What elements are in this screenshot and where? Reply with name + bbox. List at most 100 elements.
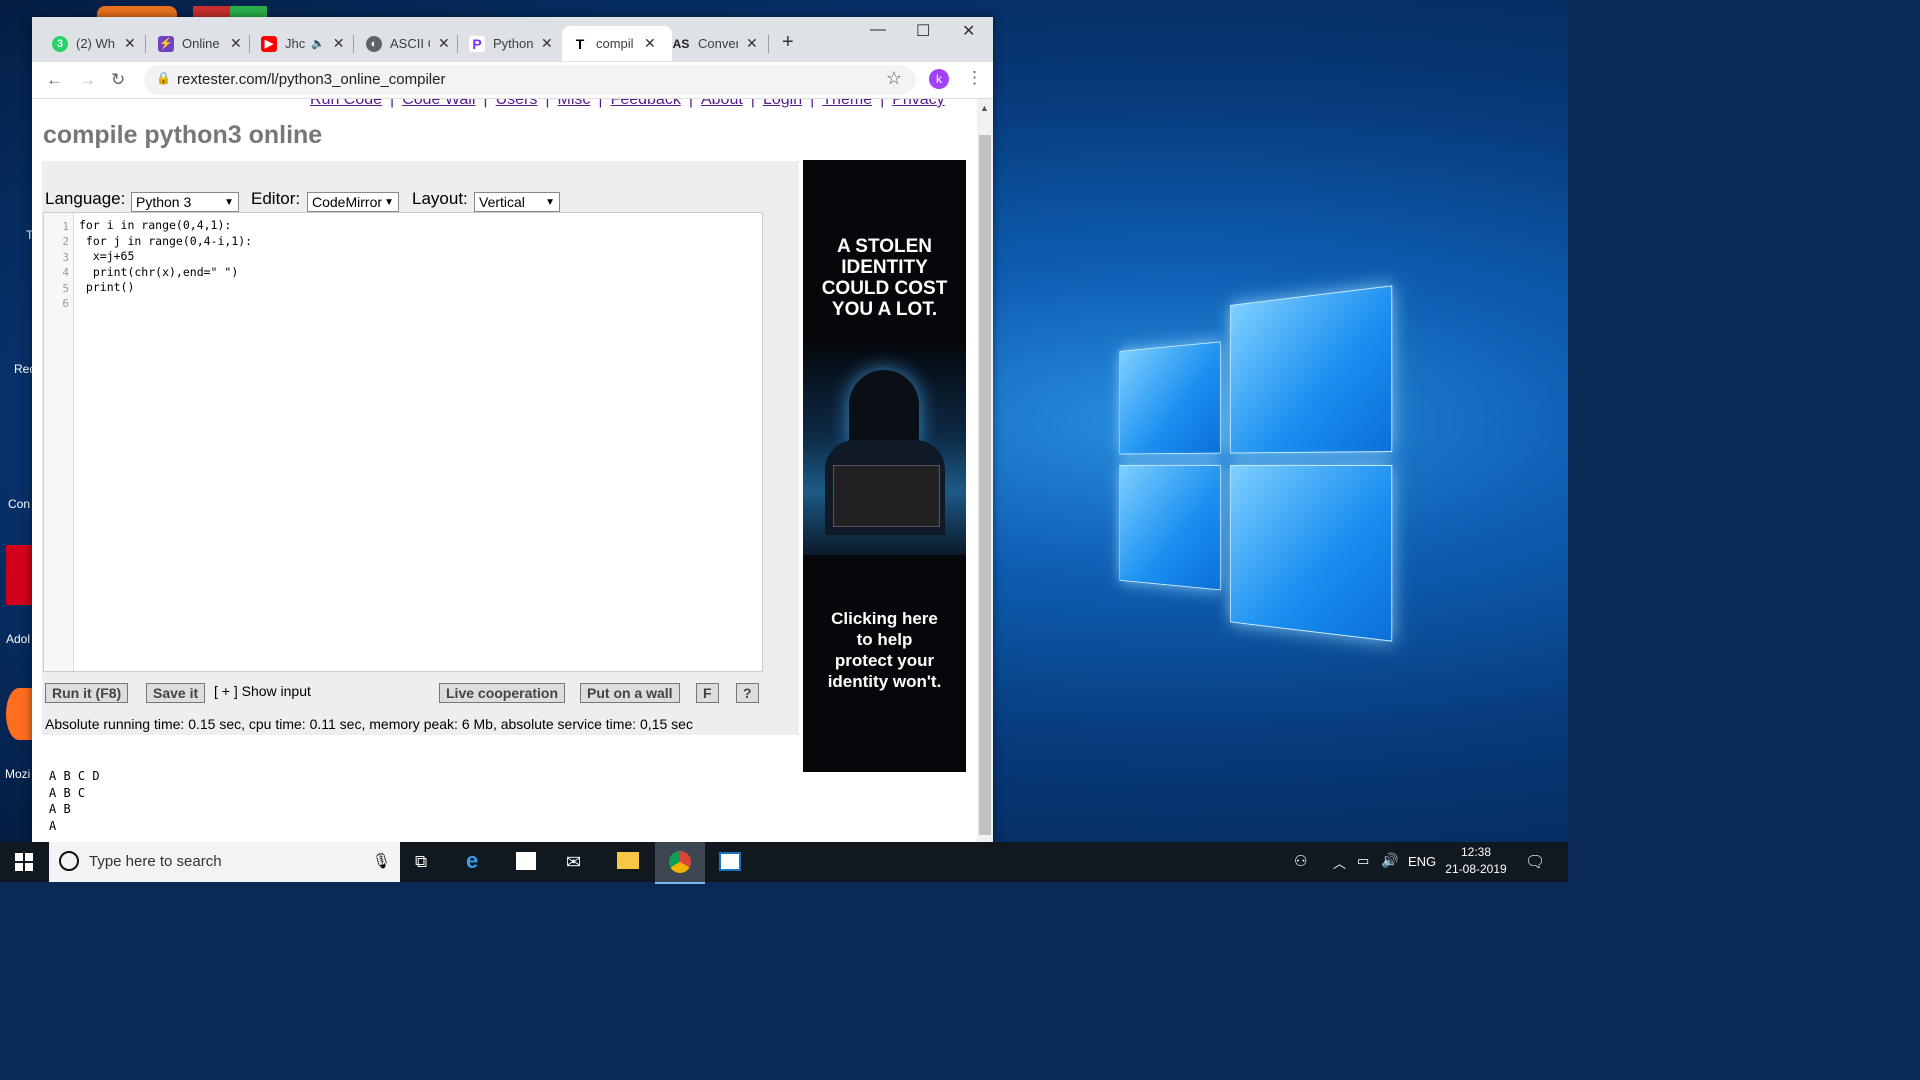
whatsapp-icon: 3 xyxy=(52,35,68,52)
app-window-icon[interactable] xyxy=(719,852,741,871)
star-icon[interactable]: ☆ xyxy=(886,68,902,89)
chevron-up-icon[interactable]: ︿ xyxy=(1333,853,1346,872)
code-editor[interactable]: 1 2 3 4 5 6 for i in range(0,4,1): for j… xyxy=(43,212,763,672)
tab-ascii[interactable]: ◐ ASCII C ✕ xyxy=(366,26,450,61)
tab-whatsapp[interactable]: 3 (2) Wh ✕ xyxy=(52,26,136,61)
adobe-icon[interactable] xyxy=(6,545,32,605)
code-line[interactable]: print() xyxy=(79,280,134,294)
show-input-toggle[interactable]: [ + ] Show input xyxy=(214,683,311,699)
ad-headline-line: IDENTITY xyxy=(841,257,928,278)
window-close-button[interactable]: ✕ xyxy=(962,21,975,41)
minimize-button[interactable]: — xyxy=(870,21,886,39)
mail-icon[interactable]: ✉ xyxy=(566,852,588,872)
close-icon[interactable]: ✕ xyxy=(541,35,553,52)
dropdown-arrow-icon: ▼ xyxy=(224,196,234,208)
code-line[interactable]: print(chr(x),end=" ") xyxy=(79,265,238,279)
editor-select[interactable]: CodeMirror ▼ xyxy=(307,192,399,212)
address-bar[interactable]: 🔒 rextester.com/l/python3_online_compile… xyxy=(144,65,916,95)
language-select[interactable]: Python 3 ▼ xyxy=(131,192,239,212)
edge-icon[interactable]: e xyxy=(466,848,488,873)
firefox-icon[interactable] xyxy=(6,688,32,740)
cortana-circle-icon xyxy=(59,851,79,871)
volume-icon[interactable]: 🔊 xyxy=(1381,852,1398,869)
browser-window: 3 (2) Wh ✕ ⚡ Online ✕ ▶ Jhc 🔈 ✕ ◐ ASCII C ✕ P Pyth… xyxy=(32,17,993,842)
close-icon[interactable]: ✕ xyxy=(333,35,345,52)
tab-title: Jhc xyxy=(285,36,306,51)
save-button[interactable]: Save it xyxy=(146,683,206,703)
tab-strip: 3 (2) Wh ✕ ⚡ Online ✕ ▶ Jhc 🔈 ✕ ◐ ASCII C ✕ P Pyth… xyxy=(32,17,993,62)
close-icon[interactable]: ✕ xyxy=(124,35,136,52)
notification-icon[interactable]: 🗨 xyxy=(1525,852,1545,872)
line-number: 1 xyxy=(62,220,69,233)
tab-youtube[interactable]: ▶ Jhc 🔈 ✕ xyxy=(261,26,344,61)
f-button[interactable]: F xyxy=(696,683,719,703)
tab-python[interactable]: P Python ✕ xyxy=(469,26,553,61)
start-button[interactable] xyxy=(15,853,33,871)
line-number: 2 xyxy=(62,235,69,248)
reload-icon[interactable]: ↻ xyxy=(111,70,125,90)
run-button[interactable]: Run it (F8) xyxy=(45,683,129,703)
url-text: rextester.com/l/python3_online_compiler xyxy=(177,71,446,88)
ad-headline-line: YOU A LOT. xyxy=(831,299,938,320)
store-icon[interactable] xyxy=(516,852,536,870)
live-cooperation-button[interactable]: Live cooperation xyxy=(439,683,566,703)
back-icon[interactable]: ← xyxy=(46,70,63,90)
code-line[interactable]: for i in range(0,4,1): xyxy=(79,218,231,232)
tab-compile-active[interactable]: Tcompil ✕ xyxy=(562,26,672,61)
code-line[interactable]: for j in range(0,4-i,1): xyxy=(79,234,252,248)
forward-icon[interactable]: → xyxy=(79,70,96,90)
output-line: A B xyxy=(49,802,71,816)
nav-about[interactable]: About xyxy=(701,99,743,108)
menu-icon[interactable]: ⋮ xyxy=(966,68,983,88)
nav-code-wall[interactable]: Code Wall xyxy=(402,99,475,108)
nav-privacy[interactable]: Privacy xyxy=(892,99,944,108)
close-icon[interactable]: ✕ xyxy=(746,35,758,52)
layout-select[interactable]: Vertical ▼ xyxy=(474,192,560,212)
scroll-up-arrow-icon[interactable]: ▲ xyxy=(980,103,989,113)
clock-date: 21-08-2019 xyxy=(1445,862,1507,876)
speaker-icon[interactable]: 🔈 xyxy=(311,37,325,50)
task-view-icon[interactable]: ⧉ xyxy=(415,852,437,872)
tab-title: Python xyxy=(493,36,533,51)
lock-icon: 🔒 xyxy=(156,71,171,85)
people-icon[interactable]: ⚇ xyxy=(1294,852,1307,870)
help-button[interactable]: ? xyxy=(736,683,759,703)
microphone-icon[interactable]: 🎙 xyxy=(372,852,391,870)
advertisement-banner[interactable]: A STOLEN IDENTITY COULD COST YOU A LOT. … xyxy=(803,160,966,772)
line-number: 6 xyxy=(62,297,69,310)
dropdown-arrow-icon: ▼ xyxy=(384,196,394,208)
language-indicator[interactable]: ENG xyxy=(1408,854,1436,869)
battery-icon[interactable]: ▭ xyxy=(1357,853,1369,869)
close-icon[interactable]: ✕ xyxy=(230,35,242,52)
line-number: 4 xyxy=(62,266,69,279)
tab-convert[interactable]: AS Conver ✕ xyxy=(672,26,758,61)
close-icon[interactable]: ✕ xyxy=(438,35,450,52)
code-line[interactable]: x=j+65 xyxy=(79,249,135,263)
scrollbar-thumb[interactable] xyxy=(979,135,991,835)
page-scrollbar[interactable]: ▲ xyxy=(977,99,993,842)
tab-online[interactable]: ⚡ Online ✕ xyxy=(158,26,242,61)
clock[interactable]: 12:38 21-08-2019 xyxy=(1443,845,1509,876)
new-tab-button[interactable]: + xyxy=(782,31,794,54)
page-content: Run Code | Code Wall | Users | Misc | Feedback | A… xyxy=(32,99,977,842)
taskbar-search[interactable]: Type here to search 🎙 xyxy=(49,842,400,882)
tab-title: Online xyxy=(182,36,220,51)
close-icon[interactable]: ✕ xyxy=(644,35,656,52)
nav-feedback[interactable]: Feedback xyxy=(611,99,681,108)
stats-text: Absolute running time: 0.15 sec, cpu tim… xyxy=(45,716,693,732)
chrome-icon xyxy=(669,851,691,873)
page-title: compile python3 online xyxy=(43,121,323,149)
file-explorer-icon[interactable] xyxy=(617,852,639,869)
nav-theme[interactable]: Theme xyxy=(822,99,872,108)
put-on-wall-button[interactable]: Put on a wall xyxy=(580,683,680,703)
ad-footer-line: to help xyxy=(856,630,913,649)
profile-avatar[interactable]: k xyxy=(929,69,949,89)
nav-users[interactable]: Users xyxy=(496,99,538,108)
chrome-taskbar-button[interactable] xyxy=(655,842,705,884)
ad-footer-line: protect your xyxy=(834,651,935,670)
search-placeholder: Type here to search xyxy=(89,853,222,870)
maximize-button[interactable]: ☐ xyxy=(916,21,930,41)
nav-misc[interactable]: Misc xyxy=(558,99,591,108)
nav-run-code[interactable]: Run Code xyxy=(310,99,382,108)
nav-login[interactable]: Login xyxy=(763,99,802,108)
